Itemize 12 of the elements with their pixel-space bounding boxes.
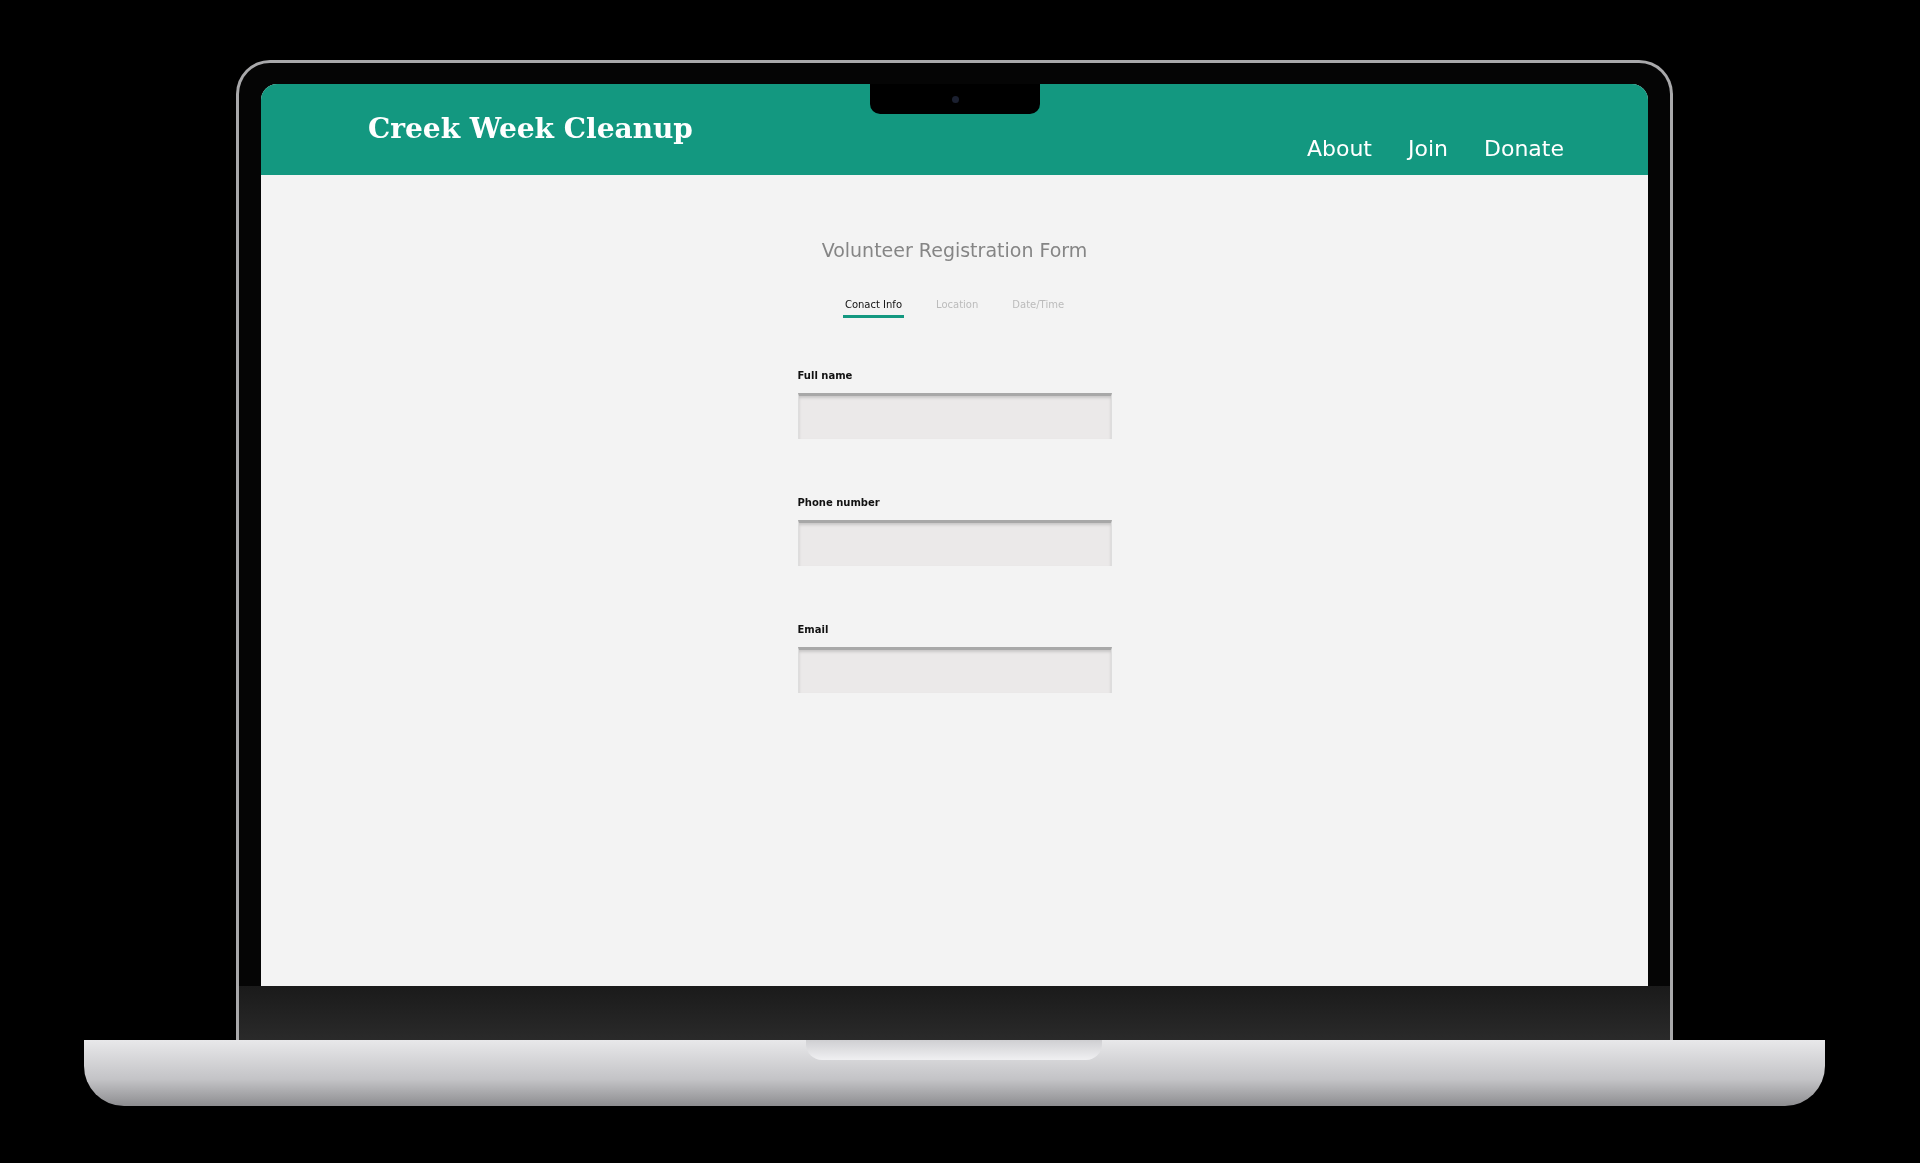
form-title: Volunteer Registration Form (821, 239, 1088, 261)
input-field[interactable] (797, 647, 1112, 693)
field-label: Email (797, 624, 830, 635)
field-label: Full name (797, 370, 854, 381)
input-field[interactable] (797, 520, 1112, 566)
input-field[interactable] (797, 393, 1112, 439)
field-label: Phone number (797, 497, 881, 508)
nav-link[interactable]: Donate (1484, 136, 1564, 161)
form-tab[interactable]: Conact Info (842, 297, 904, 318)
nav-link[interactable]: Join (1408, 136, 1448, 161)
nav-link[interactable]: About (1306, 136, 1372, 161)
site-title: Creek Week Cleanup (368, 112, 693, 145)
